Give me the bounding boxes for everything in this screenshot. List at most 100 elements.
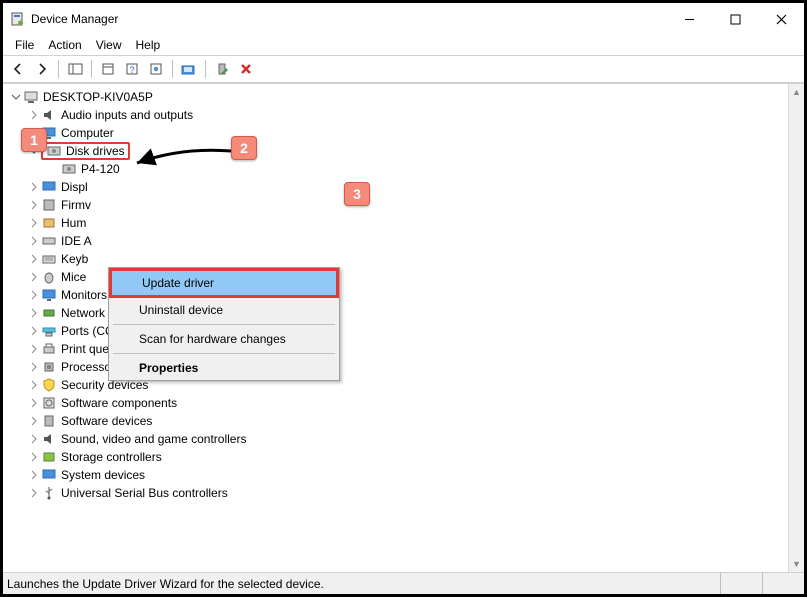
statusbar-cell	[762, 573, 804, 594]
category-label: Software devices	[61, 414, 152, 428]
tree-category-storage[interactable]: Storage controllers	[9, 448, 804, 466]
category-label: IDE A	[61, 234, 92, 248]
category-label: Universal Serial Bus controllers	[61, 486, 228, 500]
tree-area: DESKTOP-KIV0A5P Audio inputs and outputs…	[3, 83, 804, 572]
expand-arrow-icon[interactable]	[27, 288, 41, 302]
context-menu-properties[interactable]: Properties	[109, 356, 339, 380]
display-icon	[41, 179, 57, 195]
monitor-icon	[41, 287, 57, 303]
disk-icon	[61, 161, 77, 177]
tree-category-firmware[interactable]: Firmv	[9, 196, 804, 214]
expand-arrow-icon[interactable]	[27, 432, 41, 446]
tree-category-ide[interactable]: IDE A	[9, 232, 804, 250]
maximize-button[interactable]	[712, 3, 758, 35]
action-button[interactable]	[145, 58, 167, 80]
tree-device-p4-120[interactable]: P4-120	[9, 160, 804, 178]
annotation-arrow-icon	[131, 147, 239, 171]
device-label: P4-120	[81, 162, 120, 176]
category-label: Audio inputs and outputs	[61, 108, 193, 122]
scroll-down-button[interactable]: ▼	[789, 556, 804, 572]
expand-arrow-icon[interactable]	[27, 108, 41, 122]
disk-icon	[46, 143, 62, 159]
category-label: Mice	[61, 270, 86, 284]
tree-category-hid[interactable]: Hum	[9, 214, 804, 232]
category-label: Monitors	[61, 288, 107, 302]
network-icon	[41, 305, 57, 321]
show-hide-tree-button[interactable]	[64, 58, 86, 80]
expand-arrow-icon[interactable]	[27, 252, 41, 266]
update-driver-button[interactable]	[211, 58, 233, 80]
tree-category-sound[interactable]: Sound, video and game controllers	[9, 430, 804, 448]
expand-arrow-icon[interactable]	[27, 198, 41, 212]
printer-icon	[41, 341, 57, 357]
storage-icon	[41, 449, 57, 465]
expand-arrow-icon[interactable]	[27, 324, 41, 338]
tree-category-softcomp[interactable]: Software components	[9, 394, 804, 412]
computer-icon	[23, 89, 39, 105]
expand-arrow-icon[interactable]	[27, 468, 41, 482]
usb-icon	[41, 485, 57, 501]
system-icon	[41, 467, 57, 483]
root-label: DESKTOP-KIV0A5P	[43, 90, 153, 104]
expand-arrow-icon[interactable]	[27, 378, 41, 392]
close-button[interactable]	[758, 3, 804, 35]
forward-button[interactable]	[31, 58, 53, 80]
tree-category-system[interactable]: System devices	[9, 466, 804, 484]
category-label: Computer	[61, 126, 114, 140]
context-menu-uninstall[interactable]: Uninstall device	[109, 298, 339, 322]
tree-category-computer[interactable]: Computer	[9, 124, 804, 142]
category-label: System devices	[61, 468, 145, 482]
scroll-up-button[interactable]: ▲	[789, 84, 804, 100]
expand-arrow-icon[interactable]	[27, 306, 41, 320]
category-label: Software components	[61, 396, 177, 410]
menu-action[interactable]: Action	[48, 38, 81, 52]
hid-icon	[41, 215, 57, 231]
expand-arrow-icon[interactable]	[27, 270, 41, 284]
tree-category-keyboards[interactable]: Keyb	[9, 250, 804, 268]
toolbar: ?	[3, 55, 804, 83]
tree-category-disk[interactable]: Disk drives	[9, 142, 804, 160]
ports-icon	[41, 323, 57, 339]
statusbar: Launches the Update Driver Wizard for th…	[3, 572, 804, 594]
expand-arrow-icon[interactable]	[27, 342, 41, 356]
toolbar-separator	[205, 60, 206, 78]
titlebar: Device Manager	[3, 3, 804, 35]
minimize-button[interactable]	[666, 3, 712, 35]
tree-category-usb[interactable]: Universal Serial Bus controllers	[9, 484, 804, 502]
expand-arrow-icon[interactable]	[27, 396, 41, 410]
scan-hardware-button[interactable]	[178, 58, 200, 80]
menu-file[interactable]: File	[15, 38, 34, 52]
window-title: Device Manager	[31, 12, 118, 26]
software-icon	[41, 413, 57, 429]
tree-root[interactable]: DESKTOP-KIV0A5P	[9, 88, 804, 106]
uninstall-button[interactable]	[235, 58, 257, 80]
security-icon	[41, 377, 57, 393]
expand-arrow-icon[interactable]	[27, 180, 41, 194]
vertical-scrollbar[interactable]: ▲ ▼	[788, 84, 804, 572]
menu-help[interactable]: Help	[136, 38, 161, 52]
category-label: Hum	[61, 216, 86, 230]
expand-arrow-icon[interactable]	[27, 450, 41, 464]
expand-arrow-icon[interactable]	[27, 486, 41, 500]
keyboard-icon	[41, 251, 57, 267]
menu-view[interactable]: View	[96, 38, 122, 52]
context-menu-scan[interactable]: Scan for hardware changes	[109, 327, 339, 351]
expand-arrow-icon[interactable]	[27, 216, 41, 230]
context-menu-update[interactable]: Update driver	[112, 271, 336, 295]
expand-arrow-icon[interactable]	[27, 234, 41, 248]
expand-arrow-icon[interactable]	[9, 90, 23, 104]
app-icon	[9, 11, 25, 27]
help-button[interactable]: ?	[121, 58, 143, 80]
category-label: Disk drives	[66, 144, 125, 158]
expand-arrow-icon[interactable]	[27, 360, 41, 374]
back-button[interactable]	[7, 58, 29, 80]
tree-category-audio[interactable]: Audio inputs and outputs	[9, 106, 804, 124]
category-label: Displ	[61, 180, 88, 194]
expand-arrow-icon[interactable]	[27, 414, 41, 428]
tree-category-display[interactable]: Displ	[9, 178, 804, 196]
sound-icon	[41, 431, 57, 447]
properties-button[interactable]	[97, 58, 119, 80]
status-text: Launches the Update Driver Wizard for th…	[7, 577, 720, 591]
annotation-callout-3: 3	[344, 182, 370, 206]
tree-category-softdev[interactable]: Software devices	[9, 412, 804, 430]
